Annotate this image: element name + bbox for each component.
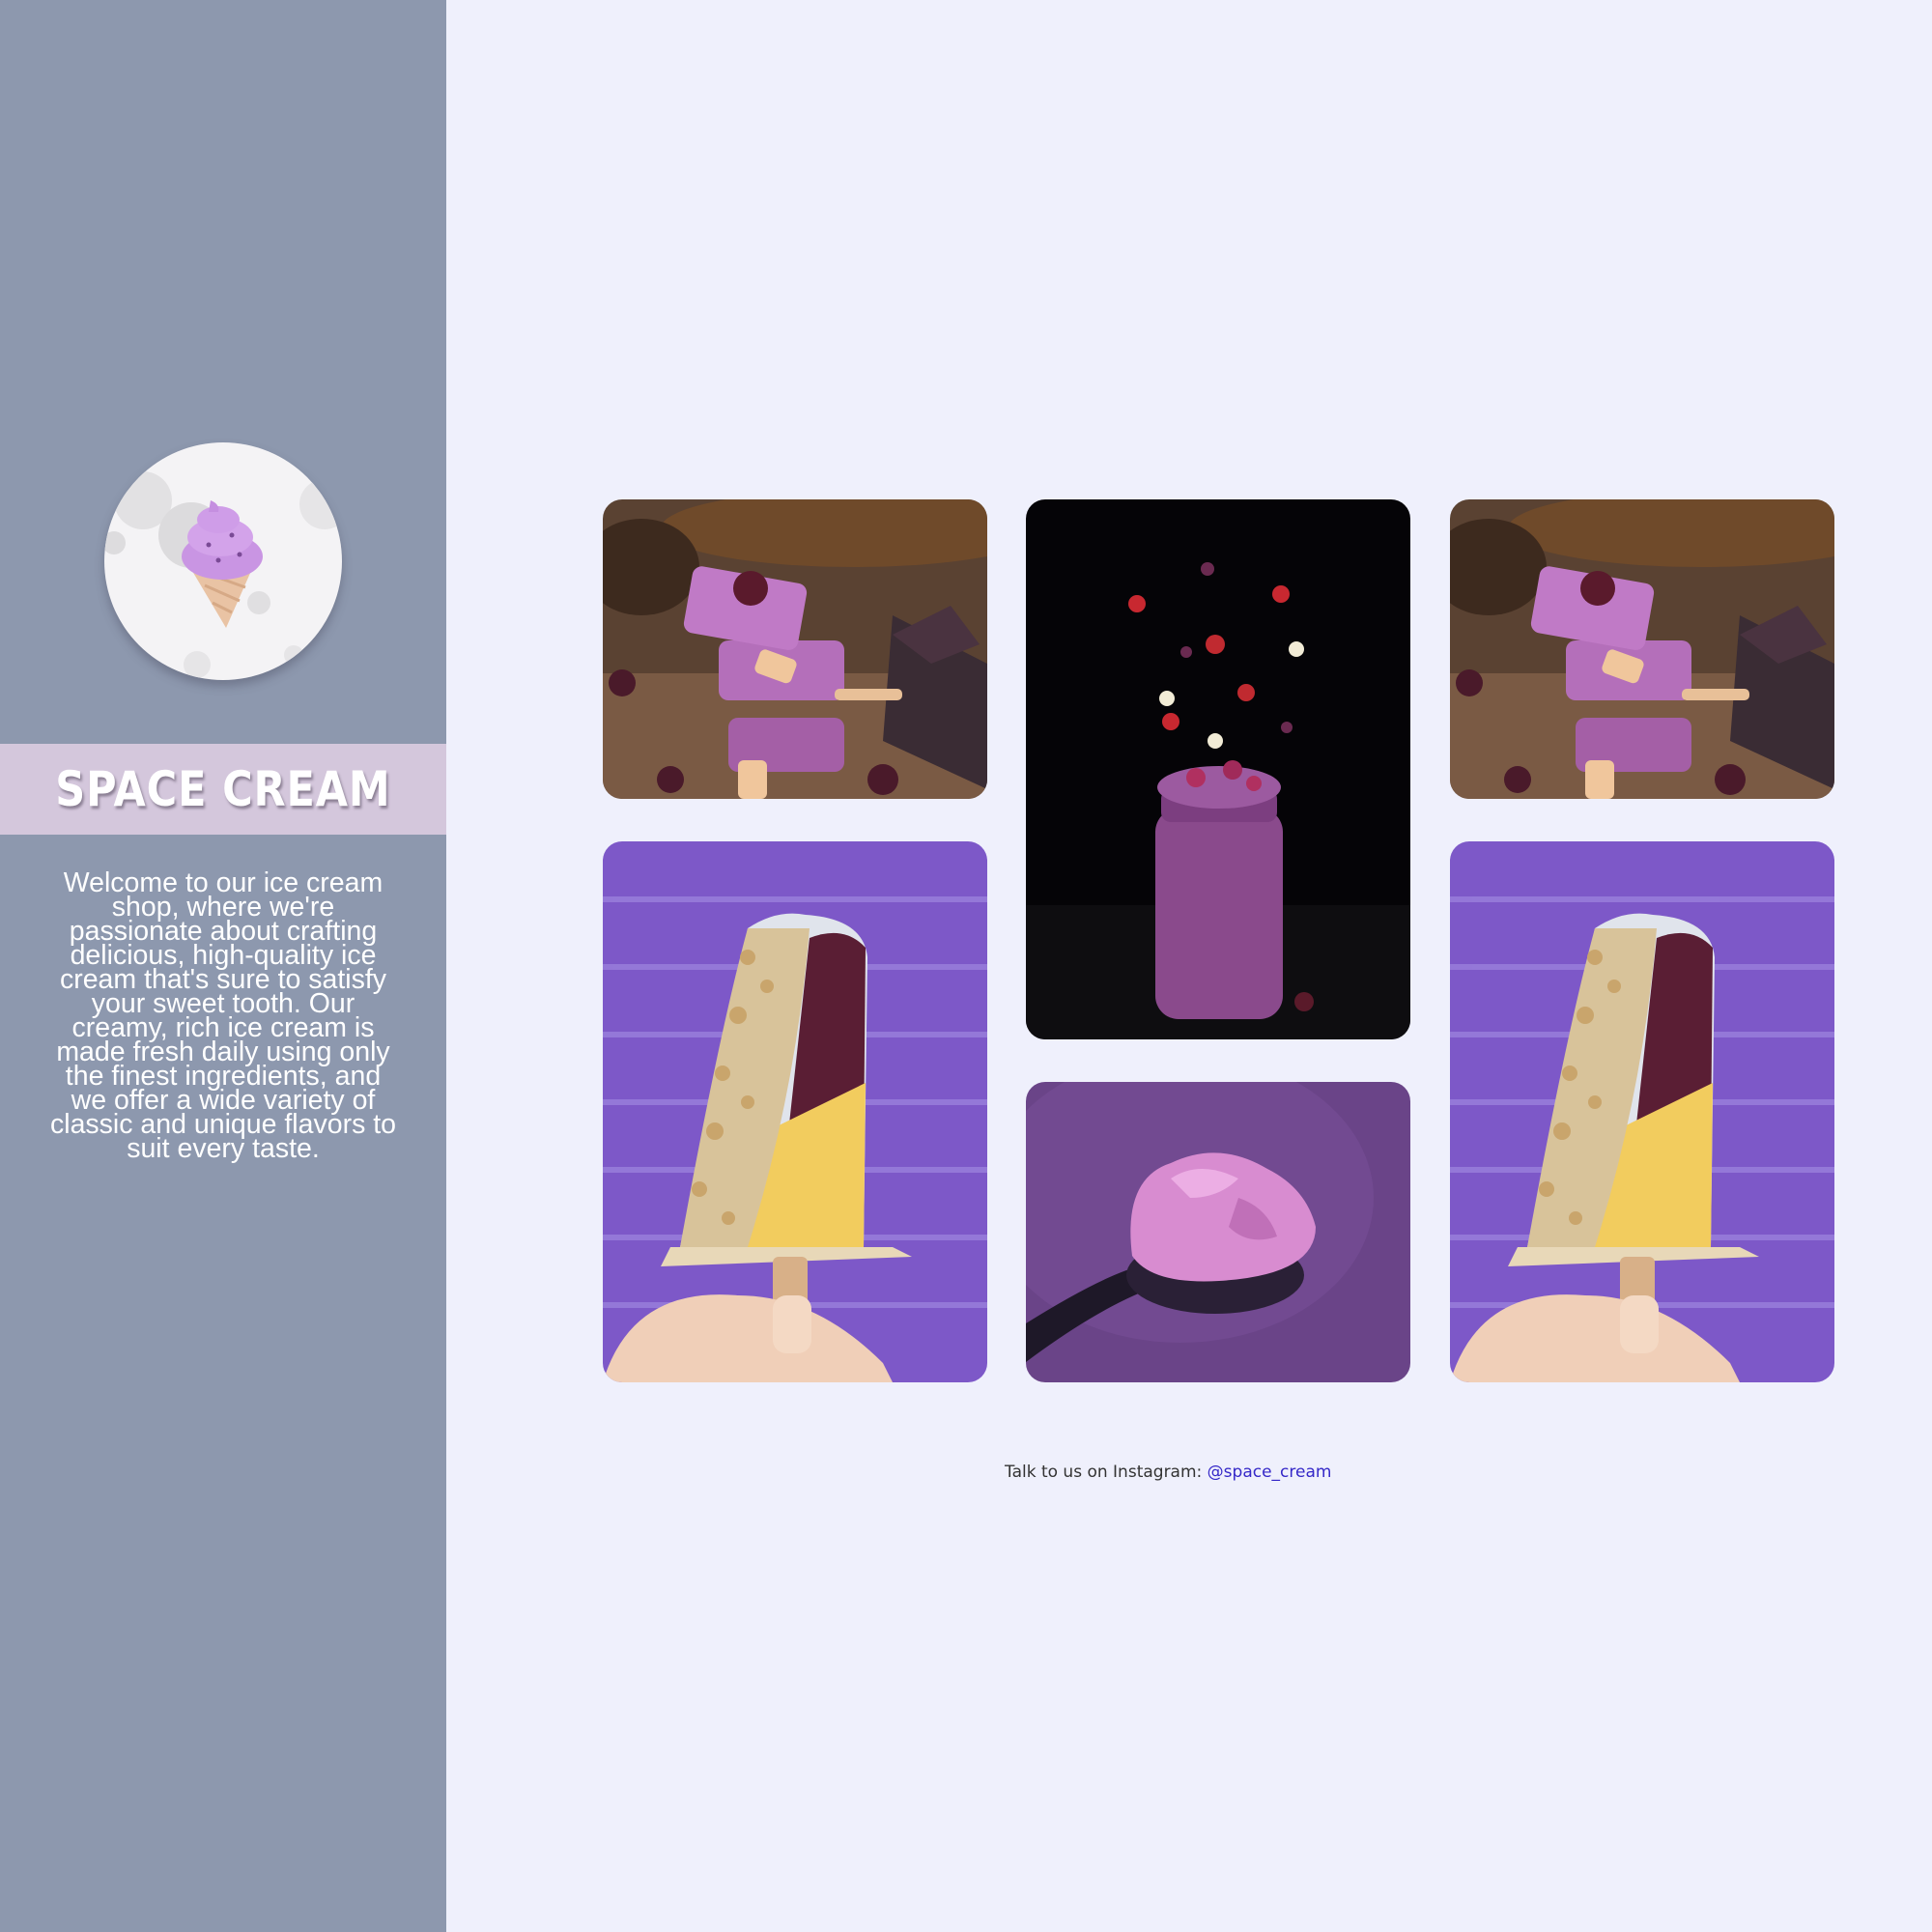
nut-popsicle-photo [1450, 841, 1834, 1382]
ice-cream-scoop-photo [1026, 1082, 1410, 1382]
footer-text: Talk to us on Instagram: [1005, 1463, 1208, 1482]
footer: Talk to us on Instagram: @space_cream [1005, 1463, 1352, 1482]
nut-popsicle-photo [603, 841, 987, 1382]
stacked-popsicles-photo [1450, 499, 1834, 799]
berry-smoothie-jar-photo [1026, 499, 1410, 1039]
photo-gallery [0, 0, 1932, 1932]
instagram-link[interactable]: @space_cream [1208, 1463, 1332, 1482]
stacked-popsicles-photo [603, 499, 987, 799]
